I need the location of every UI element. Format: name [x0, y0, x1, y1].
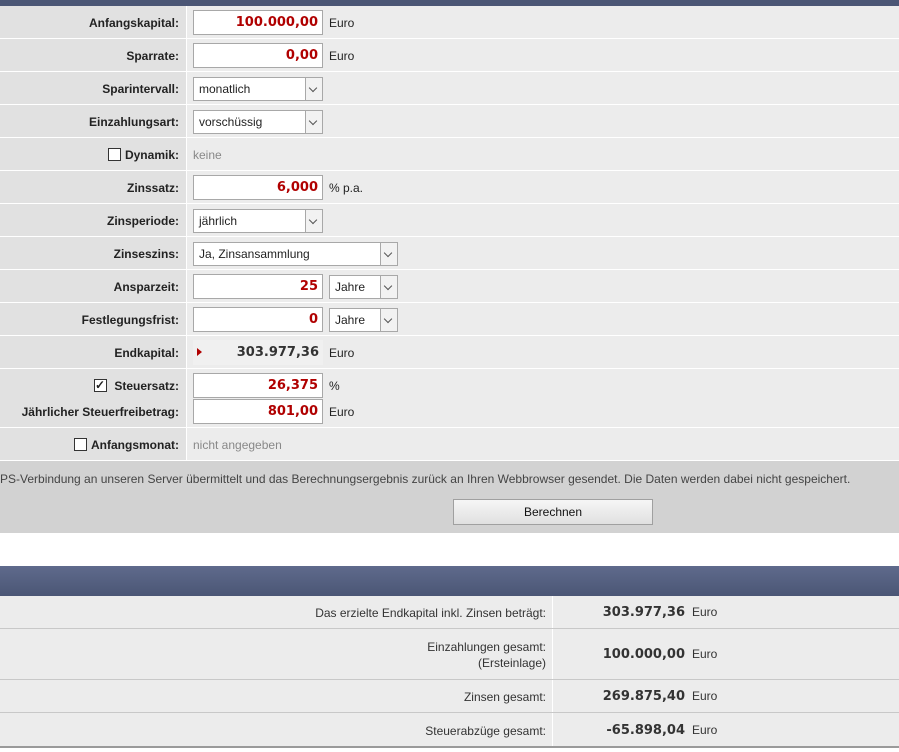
ansparzeit-input[interactable]: 25 — [193, 274, 323, 299]
chevron-down-icon[interactable] — [305, 111, 322, 133]
result-value: 100.000,00 — [602, 647, 685, 662]
sparintervall-label: Sparintervall: — [102, 82, 179, 96]
chevron-down-icon[interactable] — [305, 78, 322, 100]
dynamik-label: Dynamik: — [124, 148, 179, 162]
result-unit: Euro — [692, 689, 718, 703]
zinseszins-select[interactable]: Ja, Zinsansammlung — [193, 242, 398, 266]
steuersatz-input[interactable]: 26,375 — [193, 373, 323, 398]
steuersatz-unit: % — [329, 379, 340, 393]
row-dynamik: Dynamik: keine — [0, 138, 899, 171]
result-unit: Euro — [692, 605, 718, 619]
result-row-steuerabzuege: Steuerabzüge gesamt: -65.898,04 Euro — [0, 713, 899, 748]
steuersatz-label: Steuersatz: — [114, 379, 179, 393]
row-zinssatz: Zinssatz: 6,000 % p.a. — [0, 171, 899, 204]
zinseszins-label: Zinseszins: — [113, 247, 179, 261]
zinssatz-label: Zinssatz: — [126, 181, 179, 195]
result-value: 269.875,40 — [602, 689, 685, 704]
privacy-notice-area: PS-Verbindung an unseren Server übermitt… — [0, 461, 899, 533]
berechnen-button[interactable]: Berechnen — [453, 499, 653, 525]
ansparzeit-label: Ansparzeit: — [113, 280, 179, 294]
sparintervall-selected-value: monatlich — [199, 82, 251, 96]
anfangskapital-label: Anfangskapital: — [88, 16, 179, 30]
result-label: Das erzielte Endkapital inkl. Zinsen bet… — [315, 606, 546, 620]
result-row-endkapital: Das erzielte Endkapital inkl. Zinsen bet… — [0, 596, 899, 629]
dynamik-checkbox[interactable] — [108, 148, 121, 161]
festlegungsfrist-label: Festlegungsfrist: — [81, 313, 179, 327]
row-steuer: Steuersatz: Jährlicher Steuerfreibetrag:… — [0, 369, 899, 428]
festlegungsfrist-input[interactable]: 0 — [193, 307, 323, 332]
anfangsmonat-label: Anfangsmonat: — [91, 438, 179, 452]
result-sublabel: (Ersteinlage) — [477, 656, 546, 670]
row-anfangsmonat: Anfangsmonat: nicht angegeben — [0, 428, 899, 461]
row-zinseszins: Zinseszins: Ja, Zinsansammlung — [0, 237, 899, 270]
festlegungsfrist-unit-select[interactable]: Jahre — [329, 308, 398, 332]
endkapital-unit: Euro — [329, 346, 355, 360]
zinseszins-selected-value: Ja, Zinsansammlung — [199, 247, 310, 261]
zinssatz-unit: % p.a. — [329, 181, 364, 195]
anfangskapital-input[interactable]: 100.000,00 — [193, 10, 323, 35]
chevron-down-icon[interactable] — [380, 309, 397, 331]
festlegungsfrist-unit-selected: Jahre — [335, 313, 366, 327]
anfangskapital-unit: Euro — [329, 16, 355, 30]
row-sparintervall: Sparintervall: monatlich — [0, 72, 899, 105]
result-value: -65.898,04 — [606, 723, 685, 738]
dynamik-status: keine — [193, 148, 222, 162]
einzahlungsart-selected-value: vorschüssig — [199, 115, 263, 129]
steuerfreibetrag-label: Jährlicher Steuerfreibetrag: — [21, 405, 179, 419]
ansparzeit-unit-selected: Jahre — [335, 280, 366, 294]
privacy-notice-text: PS-Verbindung an unseren Server übermitt… — [0, 472, 851, 486]
sparrate-input[interactable]: 0,00 — [193, 43, 323, 68]
row-ansparzeit: Ansparzeit: 25 Jahre — [0, 270, 899, 303]
sparrate-unit: Euro — [329, 49, 355, 63]
chevron-down-icon[interactable] — [305, 210, 322, 232]
chevron-down-icon[interactable] — [380, 276, 397, 298]
anfangsmonat-status: nicht angegeben — [193, 438, 282, 452]
row-endkapital: Endkapital: 303.977,36 Euro — [0, 336, 899, 369]
chevron-down-icon[interactable] — [380, 243, 397, 265]
endkapital-label: Endkapital: — [114, 346, 179, 360]
row-anfangskapital: Anfangskapital: 100.000,00 Euro — [0, 6, 899, 39]
result-unit: Euro — [692, 723, 718, 737]
ansparzeit-unit-select[interactable]: Jahre — [329, 275, 398, 299]
zinsperiode-select[interactable]: jährlich — [193, 209, 323, 233]
row-zinsperiode: Zinsperiode: jährlich — [0, 204, 899, 237]
steuerfreibetrag-unit: Euro — [329, 405, 355, 419]
results-header-bar — [0, 566, 899, 596]
result-value: 303.977,36 — [602, 605, 685, 620]
row-festlegungsfrist: Festlegungsfrist: 0 Jahre — [0, 303, 899, 336]
zinsperiode-selected-value: jährlich — [199, 214, 238, 228]
zinsperiode-label: Zinsperiode: — [106, 214, 179, 228]
result-label: Steuerabzüge gesamt: — [425, 724, 546, 738]
sparintervall-select[interactable]: monatlich — [193, 77, 323, 101]
row-sparrate: Sparrate: 0,00 Euro — [0, 39, 899, 72]
steuersatz-checkbox[interactable] — [94, 378, 107, 392]
sparrate-label: Sparrate: — [126, 49, 179, 63]
endkapital-result: 303.977,36 — [193, 340, 323, 365]
result-unit: Euro — [692, 647, 718, 661]
zinssatz-input[interactable]: 6,000 — [193, 175, 323, 200]
steuerfreibetrag-input[interactable]: 801,00 — [193, 399, 323, 424]
endkapital-value: 303.977,36 — [236, 345, 319, 360]
einzahlungsart-label: Einzahlungsart: — [88, 115, 179, 129]
result-row-zinsen: Zinsen gesamt: 269.875,40 Euro — [0, 680, 899, 713]
result-row-einzahlungen: Einzahlungen gesamt: (Ersteinlage) 100.0… — [0, 629, 899, 680]
result-label: Zinsen gesamt: — [463, 690, 546, 704]
row-einzahlungsart: Einzahlungsart: vorschüssig — [0, 105, 899, 138]
einzahlungsart-select[interactable]: vorschüssig — [193, 110, 323, 134]
result-label: Einzahlungen gesamt: — [427, 640, 546, 654]
anfangsmonat-checkbox[interactable] — [74, 438, 87, 451]
triangle-right-icon — [197, 348, 202, 356]
